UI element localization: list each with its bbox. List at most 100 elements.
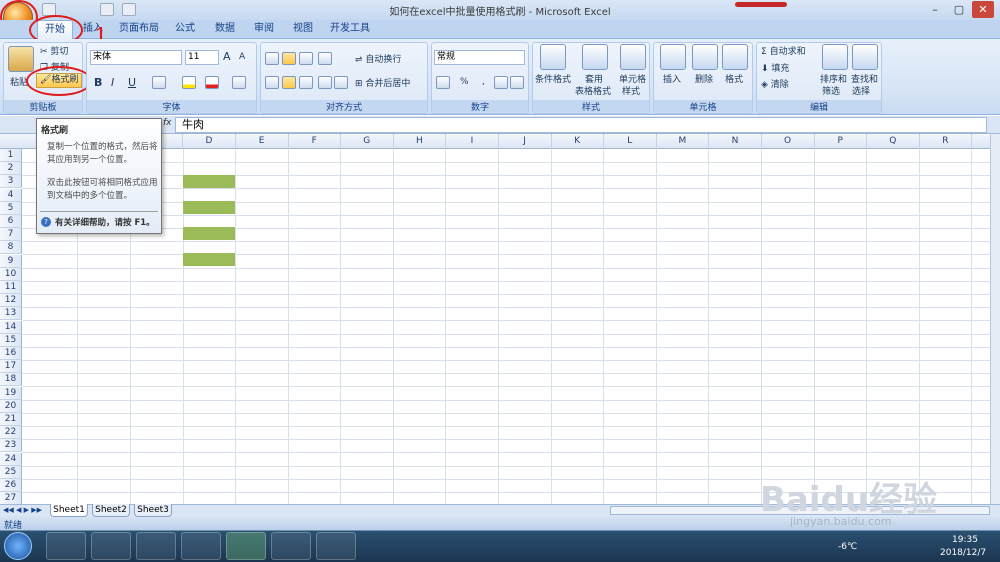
cut-button[interactable]: ✂ 剪切 bbox=[40, 44, 68, 57]
notes-icon[interactable] bbox=[181, 532, 221, 560]
font-name-select[interactable]: 宋体 bbox=[90, 50, 182, 65]
row-header[interactable]: 8 bbox=[0, 241, 22, 255]
row-header[interactable]: 14 bbox=[0, 320, 22, 334]
row-header[interactable]: 9 bbox=[0, 254, 22, 268]
tab-review[interactable]: 审阅 bbox=[249, 20, 279, 39]
increase-decimal-icon[interactable] bbox=[494, 76, 508, 89]
app-bird-icon[interactable] bbox=[91, 532, 131, 560]
number-format-select[interactable]: 常规 bbox=[434, 50, 525, 65]
row-header[interactable]: 13 bbox=[0, 307, 22, 321]
column-header[interactable]: Q bbox=[867, 134, 920, 149]
explorer-icon[interactable] bbox=[136, 532, 176, 560]
row-header[interactable]: 19 bbox=[0, 386, 22, 400]
clear-button[interactable]: ◈ 清除 bbox=[761, 77, 789, 90]
column-header[interactable]: I bbox=[446, 134, 499, 149]
column-header[interactable]: L bbox=[604, 134, 657, 149]
minimize-button[interactable]: – bbox=[924, 1, 946, 18]
row-header[interactable]: 22 bbox=[0, 426, 22, 440]
sheet-tab-1[interactable]: Sheet1 bbox=[50, 504, 88, 517]
column-header[interactable]: J bbox=[499, 134, 552, 149]
sheet-nav-icons[interactable]: ◀◀ ◀ ▶ ▶▶ bbox=[3, 506, 42, 514]
maximize-button[interactable]: ▢ bbox=[948, 1, 970, 18]
chrome-icon[interactable] bbox=[46, 532, 86, 560]
find-select-label-2[interactable]: 选择 bbox=[852, 84, 870, 97]
format-cells-button[interactable]: 格式 bbox=[725, 72, 743, 85]
column-header[interactable]: M bbox=[656, 134, 710, 149]
screenshot-icon[interactable] bbox=[316, 532, 356, 560]
column-header[interactable]: E bbox=[236, 134, 289, 149]
row-header[interactable]: 3 bbox=[0, 175, 22, 189]
increase-indent-icon[interactable] bbox=[334, 76, 348, 89]
tab-data[interactable]: 数据 bbox=[208, 20, 242, 39]
close-button[interactable]: ✕ bbox=[972, 1, 994, 18]
tab-view[interactable]: 视图 bbox=[288, 20, 318, 39]
row-header[interactable]: 4 bbox=[0, 188, 22, 202]
align-top-icon[interactable] bbox=[265, 52, 279, 65]
row-header[interactable]: 5 bbox=[0, 201, 22, 215]
row-header[interactable]: 1 bbox=[0, 149, 22, 162]
row-header[interactable]: 2 bbox=[0, 162, 22, 176]
column-header[interactable]: R bbox=[919, 134, 973, 149]
delete-cells-icon[interactable] bbox=[692, 44, 718, 70]
bold-button[interactable]: B bbox=[94, 76, 102, 89]
align-middle-icon[interactable] bbox=[282, 52, 296, 65]
merge-center-button[interactable]: ⊞ 合并后居中 bbox=[355, 76, 410, 89]
green-cell-d7[interactable] bbox=[183, 227, 235, 240]
cell-styles-label-2[interactable]: 样式 bbox=[622, 84, 640, 97]
column-header[interactable]: G bbox=[341, 134, 394, 149]
align-center-icon[interactable] bbox=[282, 76, 296, 89]
conditional-format-icon[interactable] bbox=[540, 44, 566, 70]
border-icon[interactable] bbox=[152, 76, 166, 89]
tab-formulas[interactable]: 公式 bbox=[170, 20, 200, 39]
column-header[interactable]: N bbox=[709, 134, 762, 149]
grow-font-button[interactable]: A bbox=[223, 50, 231, 63]
excel-taskbar-icon[interactable] bbox=[226, 532, 266, 560]
cell-styles-icon[interactable] bbox=[620, 44, 646, 70]
comma-button[interactable]: , bbox=[482, 77, 485, 87]
conditional-format-button[interactable]: 条件格式 bbox=[535, 72, 571, 85]
delete-cells-button[interactable]: 删除 bbox=[695, 72, 713, 85]
row-header[interactable]: 20 bbox=[0, 399, 22, 413]
paste-icon[interactable] bbox=[8, 46, 34, 72]
table-format-icon[interactable] bbox=[582, 44, 608, 70]
autosum-button[interactable]: Σ 自动求和 bbox=[761, 44, 806, 57]
vertical-scrollbar[interactable] bbox=[990, 134, 1000, 504]
row-header[interactable]: 26 bbox=[0, 479, 22, 492]
font-color-icon[interactable] bbox=[205, 76, 219, 89]
column-header[interactable]: D bbox=[183, 134, 236, 149]
clock-time[interactable]: 19:35 bbox=[952, 535, 978, 545]
column-header[interactable]: F bbox=[288, 134, 342, 149]
sheet-tab-3[interactable]: Sheet3 bbox=[134, 504, 172, 517]
italic-button[interactable]: I bbox=[111, 76, 114, 89]
fill-button[interactable]: ⬇ 填充 bbox=[761, 61, 789, 74]
row-header[interactable]: 17 bbox=[0, 360, 22, 374]
formula-input[interactable]: 牛肉 bbox=[175, 117, 987, 133]
sort-filter-icon[interactable] bbox=[822, 44, 848, 70]
redo-icon[interactable] bbox=[122, 3, 136, 16]
fx-label[interactable]: fx bbox=[163, 118, 173, 132]
row-header[interactable]: 25 bbox=[0, 465, 22, 479]
insert-cells-icon[interactable] bbox=[660, 44, 686, 70]
row-header[interactable]: 11 bbox=[0, 281, 22, 294]
paint-icon[interactable] bbox=[271, 532, 311, 560]
tab-page-layout[interactable]: 页面布局 bbox=[115, 20, 163, 39]
insert-cells-button[interactable]: 插入 bbox=[663, 72, 681, 85]
undo-icon[interactable] bbox=[100, 3, 114, 16]
row-header[interactable]: 23 bbox=[0, 439, 22, 453]
row-header[interactable]: 18 bbox=[0, 373, 22, 387]
green-cell-d3[interactable] bbox=[183, 175, 235, 188]
green-cell-d9[interactable] bbox=[183, 253, 235, 266]
decrease-decimal-icon[interactable] bbox=[510, 76, 524, 89]
column-header[interactable]: P bbox=[814, 134, 868, 149]
percent-button[interactable]: % bbox=[460, 77, 469, 87]
sort-filter-label-2[interactable]: 筛选 bbox=[822, 84, 840, 97]
green-cell-d5[interactable] bbox=[183, 201, 235, 214]
row-header[interactable]: 6 bbox=[0, 215, 22, 228]
format-cells-icon[interactable] bbox=[722, 44, 748, 70]
table-format-label-2[interactable]: 表格格式 bbox=[575, 84, 611, 97]
decrease-indent-icon[interactable] bbox=[318, 76, 332, 89]
align-bottom-icon[interactable] bbox=[299, 52, 313, 65]
font-size-select[interactable]: 11 bbox=[185, 50, 219, 65]
row-header[interactable]: 24 bbox=[0, 452, 22, 466]
find-select-icon[interactable] bbox=[852, 44, 878, 70]
